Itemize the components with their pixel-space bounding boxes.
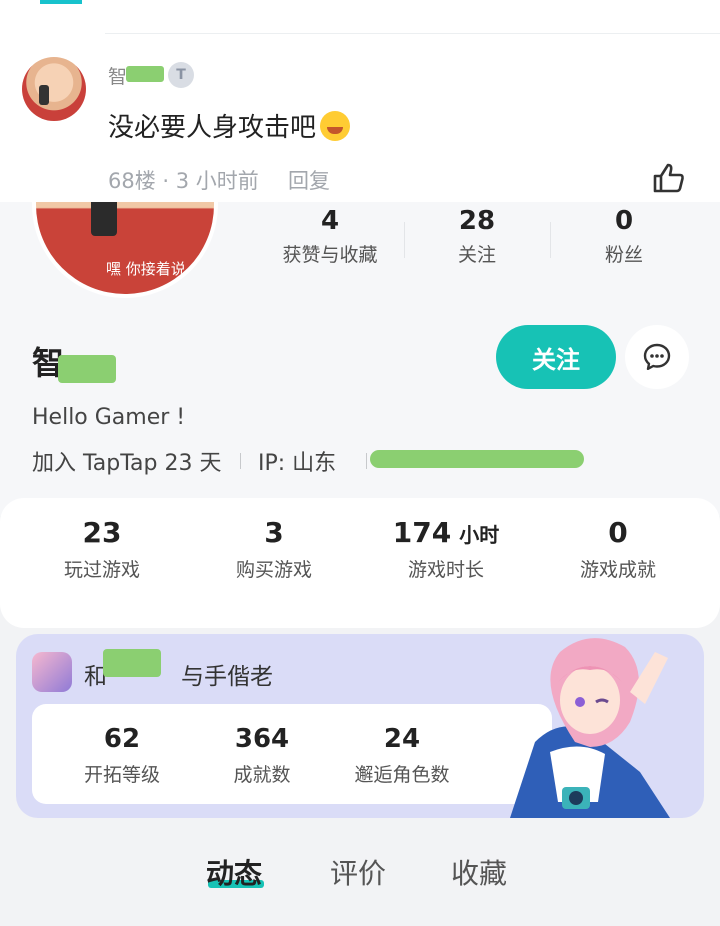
stat-value: 23 bbox=[82, 516, 122, 549]
follow-button[interactable]: 关注 bbox=[496, 325, 616, 389]
info-divider bbox=[240, 453, 241, 469]
stat-divider bbox=[404, 222, 405, 258]
smiling-face-icon bbox=[320, 110, 351, 141]
info-redaction bbox=[370, 450, 584, 468]
ip-location: IP: 山东 bbox=[258, 451, 337, 476]
profile-bio: Hello Gamer ! bbox=[32, 405, 186, 430]
comment-meta: 68楼 · 3 小时前 bbox=[108, 169, 259, 193]
tab-activity[interactable]: 动态 bbox=[206, 852, 262, 892]
comment-card: 智 T 没必要人身攻击吧 68楼 · 3 小时前 回复 bbox=[0, 0, 720, 202]
character-illustration bbox=[510, 638, 670, 818]
tab-indicator bbox=[40, 0, 82, 4]
avatar-figure bbox=[39, 85, 49, 105]
stat-unit: 小时 bbox=[459, 523, 500, 547]
stat-label: 关注 bbox=[457, 244, 496, 266]
stat-value: 0 bbox=[614, 206, 634, 236]
level-badge-icon: T bbox=[168, 62, 194, 88]
avatar-caption: 嘿 你接着说 bbox=[106, 260, 186, 278]
info-divider bbox=[366, 453, 367, 469]
reply-button[interactable]: 回复 bbox=[288, 165, 330, 195]
name-redaction bbox=[126, 66, 164, 82]
stat-followers[interactable]: 0 粉丝 bbox=[564, 206, 684, 267]
stat-label: 玩过游戏 bbox=[63, 559, 140, 581]
game-stat-achievements[interactable]: 0 游戏成就 bbox=[543, 516, 693, 582]
title-redaction bbox=[103, 649, 161, 677]
stat-value: 174 bbox=[392, 516, 452, 549]
featured-stat-achievements: 364 成就数 bbox=[197, 724, 327, 787]
stat-value: 3 bbox=[264, 516, 284, 549]
title-suffix: 与手偕老 bbox=[181, 664, 273, 690]
stat-label: 成就数 bbox=[233, 764, 291, 786]
game-stat-playtime[interactable]: 174 小时 游戏时长 bbox=[371, 516, 521, 582]
stat-value: 364 bbox=[234, 724, 290, 754]
game-stat-purchased[interactable]: 3 购买游戏 bbox=[199, 516, 349, 582]
stat-following[interactable]: 28 关注 bbox=[417, 206, 537, 267]
stat-label: 获赞与收藏 bbox=[282, 244, 378, 266]
commenter-avatar[interactable] bbox=[22, 57, 86, 121]
tab-reviews[interactable]: 评价 bbox=[330, 852, 386, 892]
stat-label: 游戏成就 bbox=[579, 559, 656, 581]
stat-label: 购买游戏 bbox=[235, 559, 312, 581]
stat-value: 0 bbox=[608, 516, 628, 549]
comment-text: 没必要人身攻击吧 bbox=[108, 107, 351, 144]
commenter-name[interactable]: 智 bbox=[108, 62, 127, 89]
game-icon bbox=[32, 652, 72, 692]
tab-favorites[interactable]: 收藏 bbox=[451, 852, 507, 892]
stat-label: 粉丝 bbox=[604, 244, 643, 266]
stat-value: 28 bbox=[458, 206, 496, 236]
stat-label: 游戏时长 bbox=[407, 559, 484, 581]
stat-value: 62 bbox=[103, 724, 141, 754]
name-redaction bbox=[58, 355, 116, 383]
featured-stat-level: 62 开拓等级 bbox=[57, 724, 187, 787]
comment-body: 没必要人身攻击吧 bbox=[108, 113, 317, 143]
game-stat-played[interactable]: 23 玩过游戏 bbox=[27, 516, 177, 582]
stat-label: 开拓等级 bbox=[83, 764, 160, 786]
stat-divider bbox=[550, 222, 551, 258]
join-duration: 加入 TapTap 23 天 bbox=[32, 451, 222, 476]
stat-value: 4 bbox=[320, 206, 340, 236]
thumbs-up-icon[interactable] bbox=[652, 162, 686, 194]
divider bbox=[105, 33, 720, 34]
stat-likes-favorites[interactable]: 4 获赞与收藏 bbox=[270, 206, 390, 267]
chat-bubble-icon bbox=[643, 343, 671, 370]
message-button[interactable] bbox=[625, 325, 689, 389]
